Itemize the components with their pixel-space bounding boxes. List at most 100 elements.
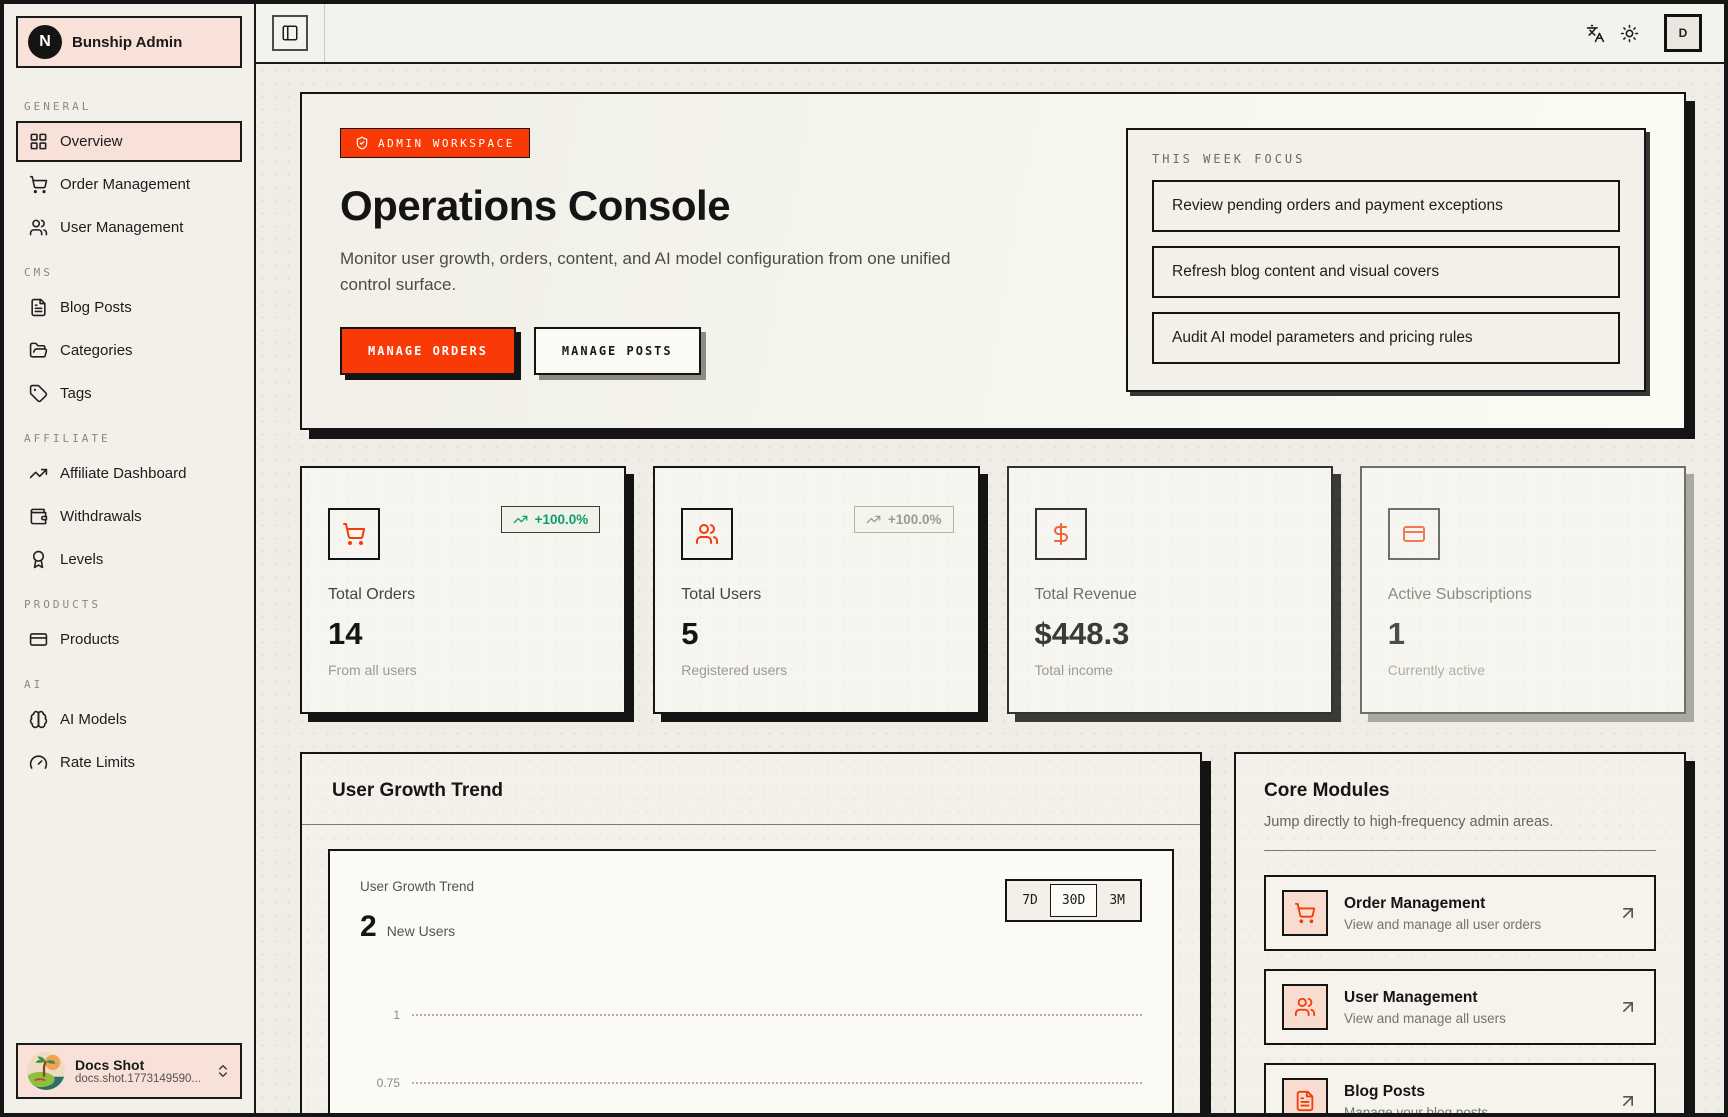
content-column: D ADMIN WORKSPACE Operations Console Mon… [256, 4, 1724, 1113]
gauge-icon [29, 753, 48, 772]
y-tick-label: 0.75 [360, 1076, 400, 1090]
sidebar-toggle-button[interactable] [272, 15, 308, 51]
trend-badge: +100.0% [854, 506, 954, 533]
languages-icon [1586, 24, 1605, 43]
modules-title: Core Modules [1264, 780, 1656, 802]
chart-head-left: User Growth Trend 2 New Users [360, 879, 474, 944]
sidebar-item-overview[interactable]: Overview [16, 121, 242, 162]
sidebar-item-label: Tags [60, 385, 92, 402]
chart-plot-area: 1 0.75 [360, 980, 1142, 1113]
stat-value: 14 [328, 616, 598, 652]
avatar [27, 1052, 65, 1090]
sidebar-item-label: User Management [60, 219, 183, 236]
manage-orders-button[interactable]: MANAGE ORDERS [340, 327, 516, 375]
page-title: Operations Console [340, 182, 960, 230]
stat-subtext: Total income [1035, 662, 1305, 678]
wallet-icon [29, 507, 48, 526]
gridline-row: 1 [360, 1008, 1142, 1022]
sidebar-item-blog-posts[interactable]: Blog Posts [16, 287, 242, 328]
sidebar-user-card[interactable]: Docs Shot docs.shot.1773149590... [16, 1043, 242, 1099]
module-item-user-management[interactable]: User Management View and manage all user… [1264, 969, 1656, 1045]
sidebar-item-withdrawals[interactable]: Withdrawals [16, 496, 242, 537]
sidebar: N Bunship Admin GENERAL Overview Order M… [4, 4, 256, 1113]
nav-section-cms: CMS [24, 266, 234, 279]
trending-up-icon [29, 464, 48, 483]
tag-icon [29, 384, 48, 403]
chart-panel: User Growth Trend 2 New Users 7D 30D 3M [328, 849, 1174, 1113]
stats-row: +100.0% Total Orders 14 From all users +… [300, 466, 1686, 714]
gridline-row: 0.75 [360, 1076, 1142, 1090]
arrow-up-right-icon [1618, 903, 1638, 923]
main-content: ADMIN WORKSPACE Operations Console Monit… [256, 64, 1724, 1113]
stat-subtext: From all users [328, 662, 598, 678]
award-icon [29, 550, 48, 569]
user-name: Docs Shot [75, 1057, 205, 1073]
sidebar-item-user-management[interactable]: User Management [16, 207, 242, 248]
trending-up-icon [866, 512, 881, 527]
core-modules-card: Core Modules Jump directly to high-frequ… [1234, 752, 1686, 1113]
divider [1264, 850, 1656, 851]
brand-header[interactable]: N Bunship Admin [16, 16, 242, 68]
focus-item: Review pending orders and payment except… [1152, 180, 1620, 232]
sidebar-item-ai-models[interactable]: AI Models [16, 699, 242, 740]
sidebar-item-categories[interactable]: Categories [16, 330, 242, 371]
stat-label: Total Revenue [1035, 586, 1305, 604]
nav-section-affiliate: AFFILIATE [24, 432, 234, 445]
credit-card-icon [1388, 508, 1440, 560]
sidebar-item-label: Categories [60, 342, 133, 359]
sidebar-item-rate-limits[interactable]: Rate Limits [16, 742, 242, 783]
module-title: User Management [1344, 989, 1506, 1007]
stat-value: $448.3 [1035, 616, 1305, 652]
module-title: Blog Posts [1344, 1083, 1488, 1101]
folder-icon [29, 341, 48, 360]
sidebar-item-levels[interactable]: Levels [16, 539, 242, 580]
sidebar-item-tags[interactable]: Tags [16, 373, 242, 414]
sidebar-nav: GENERAL Overview Order Management User M… [16, 82, 242, 1033]
focus-panel-label: THIS WEEK FOCUS [1152, 152, 1620, 166]
sidebar-item-label: Levels [60, 551, 103, 568]
sidebar-item-order-management[interactable]: Order Management [16, 164, 242, 205]
bottom-row: User Growth Trend User Growth Trend 2 Ne… [300, 752, 1686, 1113]
stat-label: Total Orders [328, 586, 598, 604]
sidebar-item-label: Overview [60, 133, 123, 150]
stat-label: Active Subscriptions [1388, 586, 1658, 604]
chevrons-up-down-icon [215, 1063, 231, 1079]
module-description: View and manage all user orders [1344, 917, 1541, 932]
manage-posts-button[interactable]: MANAGE POSTS [534, 327, 701, 375]
cart-icon [328, 508, 380, 560]
sidebar-item-label: AI Models [60, 711, 127, 728]
range-button-7d[interactable]: 7D [1010, 884, 1050, 917]
dollar-icon [1035, 508, 1087, 560]
shield-check-icon [355, 136, 369, 150]
module-item-blog-posts[interactable]: Blog Posts Manage your blog posts [1264, 1063, 1656, 1113]
module-text: Order Management View and manage all use… [1344, 895, 1541, 932]
panel-left-icon [281, 24, 299, 42]
nav-section-ai: AI [24, 678, 234, 691]
sidebar-item-label: Withdrawals [60, 508, 142, 525]
language-switcher-button[interactable] [1578, 16, 1612, 50]
account-menu-button[interactable]: D [1664, 14, 1702, 52]
theme-toggle-button[interactable] [1612, 16, 1646, 50]
brand-logo: N [28, 25, 62, 59]
hero-badge-label: ADMIN WORKSPACE [378, 137, 515, 150]
range-button-3m[interactable]: 3M [1097, 884, 1137, 917]
file-text-icon [29, 298, 48, 317]
brand-name: Bunship Admin [72, 34, 182, 51]
module-item-order-management[interactable]: Order Management View and manage all use… [1264, 875, 1656, 951]
module-title: Order Management [1344, 895, 1541, 913]
chart-label: User Growth Trend [360, 879, 474, 894]
hero-actions: MANAGE ORDERS MANAGE POSTS [340, 327, 960, 375]
grid-icon [29, 132, 48, 151]
sidebar-item-label: Affiliate Dashboard [60, 465, 186, 482]
credit-card-icon [29, 630, 48, 649]
nav-section-general: GENERAL [24, 100, 234, 113]
sidebar-item-products[interactable]: Products [16, 619, 242, 660]
trend-badge: +100.0% [501, 506, 601, 533]
dotted-gridline [412, 1014, 1142, 1016]
trending-up-icon [513, 512, 528, 527]
stat-card-total-orders: +100.0% Total Orders 14 From all users [300, 466, 626, 714]
module-description: Manage your blog posts [1344, 1105, 1488, 1114]
sidebar-item-affiliate-dashboard[interactable]: Affiliate Dashboard [16, 453, 242, 494]
range-button-30d[interactable]: 30D [1050, 884, 1097, 917]
arrow-up-right-icon [1618, 997, 1638, 1017]
